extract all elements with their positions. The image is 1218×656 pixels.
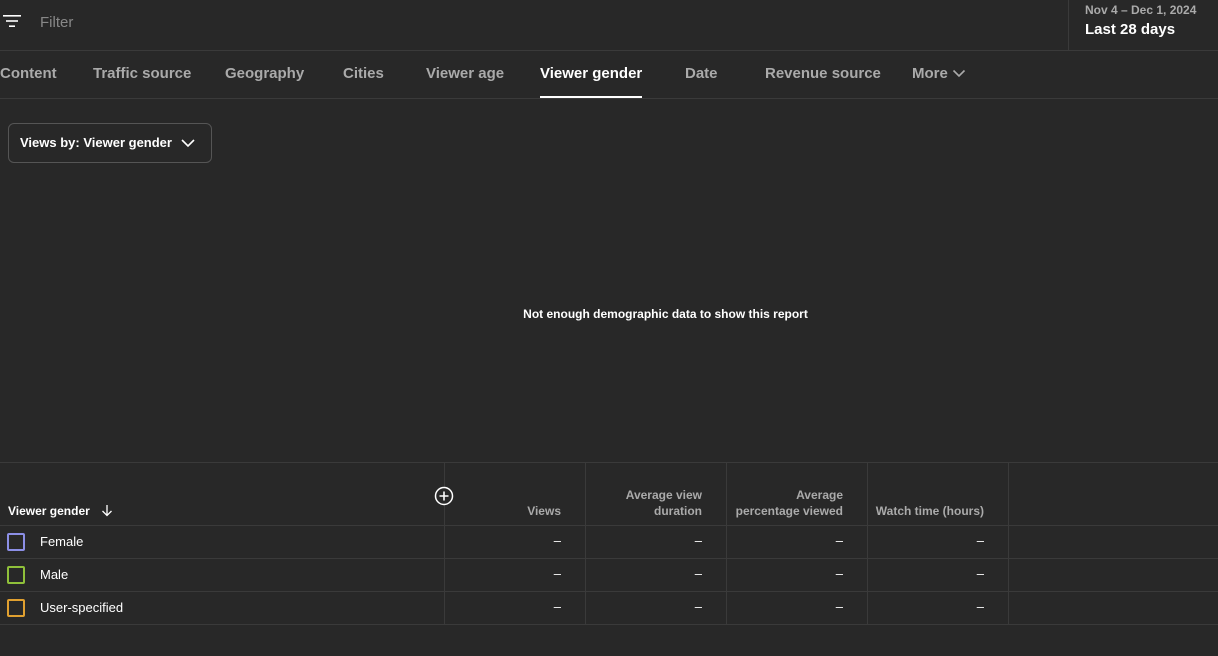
table-row: User-specified – – – – [0, 592, 1218, 625]
column-header-label: Viewer gender [8, 504, 90, 518]
table-row: Male – – – – [0, 559, 1218, 592]
filter-input[interactable] [40, 11, 540, 33]
cell-value: – [976, 533, 984, 548]
column-header-views[interactable]: Views [444, 463, 585, 527]
column-header-watch-time[interactable]: Watch time (hours) [867, 463, 1008, 527]
tab-traffic-source[interactable]: Traffic source [93, 51, 191, 98]
add-column-icon[interactable] [434, 486, 454, 506]
top-bar: Nov 4 – Dec 1, 2024 Last 28 days [0, 0, 1218, 51]
chevron-down-icon [952, 69, 965, 77]
cell-value: – [553, 566, 561, 581]
cell-average-percentage-viewed: – [726, 559, 867, 591]
tab-cities[interactable]: Cities [343, 51, 384, 98]
cell-value: – [553, 533, 561, 548]
column-header-label: Average percentage viewed [735, 488, 843, 518]
cell-value: – [694, 599, 702, 614]
cell-views: – [444, 526, 585, 558]
cell-value: – [976, 599, 984, 614]
cell-views: – [444, 592, 585, 624]
tab-more[interactable]: More [912, 51, 966, 98]
tab-content[interactable]: Content [0, 51, 57, 98]
tab-viewer-gender[interactable]: Viewer gender [540, 51, 643, 98]
tab-label: Viewer gender [540, 65, 643, 82]
cell-value: – [553, 599, 561, 614]
filter-icon[interactable] [2, 13, 22, 29]
cell-average-view-duration: – [585, 592, 726, 624]
column-header-label: Watch time (hours) [875, 504, 984, 518]
table-header: Viewer gender Views Average view duratio… [0, 462, 1218, 527]
date-range-picker[interactable]: Nov 4 – Dec 1, 2024 Last 28 days [1068, 0, 1218, 51]
tab-date[interactable]: Date [685, 51, 718, 98]
cell-watch-time: – [867, 592, 1008, 624]
tab-label: Viewer age [426, 65, 505, 82]
row-checkbox[interactable] [7, 599, 25, 617]
row-label: Female [40, 534, 84, 549]
tab-label: Content [0, 65, 57, 82]
tab-label: Date [685, 65, 718, 82]
row-label: User-specified [40, 600, 124, 615]
column-divider [1008, 526, 1009, 558]
column-header-label: Views [527, 504, 561, 518]
table-row: Female – – – – [0, 526, 1218, 559]
cell-value: – [694, 533, 702, 548]
tab-label: More [912, 65, 948, 82]
column-divider [1008, 592, 1009, 624]
views-by-label: Views by: Viewer gender [20, 135, 172, 150]
column-header-average-percentage-viewed[interactable]: Average percentage viewed [726, 463, 867, 527]
tab-label: Geography [225, 65, 305, 82]
tab-label: Cities [343, 65, 384, 82]
date-range-text: Nov 4 – Dec 1, 2024 [1085, 3, 1197, 17]
cell-value: – [835, 533, 843, 548]
column-divider [1008, 559, 1009, 591]
column-header-viewer-gender[interactable]: Viewer gender [8, 504, 113, 518]
date-range-label: Last 28 days [1085, 21, 1176, 38]
cell-value: – [694, 566, 702, 581]
column-header-average-view-duration[interactable]: Average view duration [585, 463, 726, 527]
tab-viewer-age[interactable]: Viewer age [426, 51, 504, 98]
row-checkbox[interactable] [7, 566, 25, 584]
tab-revenue-source[interactable]: Revenue source [765, 51, 881, 98]
chevron-down-icon [181, 139, 195, 148]
tab-label: Traffic source [93, 65, 192, 82]
views-by-dropdown[interactable]: Views by: Viewer gender [8, 123, 212, 163]
cell-average-percentage-viewed: – [726, 526, 867, 558]
tab-label: Revenue source [765, 65, 881, 82]
row-label: Male [40, 567, 69, 582]
cell-value: – [835, 599, 843, 614]
empty-state-message: Not enough demographic data to show this… [523, 307, 808, 321]
column-divider [1008, 463, 1009, 527]
cell-watch-time: – [867, 526, 1008, 558]
cell-value: – [976, 566, 984, 581]
cell-watch-time: – [867, 559, 1008, 591]
column-header-label: Average view duration [625, 488, 702, 518]
cell-average-view-duration: – [585, 559, 726, 591]
cell-average-view-duration: – [585, 526, 726, 558]
row-checkbox[interactable] [7, 533, 25, 551]
cell-value: – [835, 566, 843, 581]
cell-average-percentage-viewed: – [726, 592, 867, 624]
cell-views: – [444, 559, 585, 591]
tab-geography[interactable]: Geography [225, 51, 304, 98]
sort-arrow-down-icon [102, 505, 113, 517]
report-tabs: Content Traffic source Geography Cities … [0, 51, 1218, 99]
